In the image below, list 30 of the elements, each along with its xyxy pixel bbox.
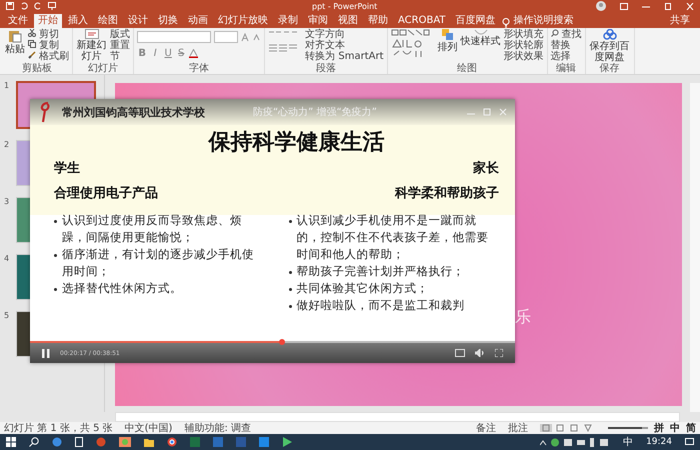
slide-text: 乐	[515, 307, 531, 328]
bullet-text: 做好啦啦队，而不是监工和裁判	[296, 297, 464, 314]
group-label: 编辑	[556, 63, 576, 74]
group-label: 保存	[600, 63, 620, 74]
column-heading: 家长	[472, 160, 499, 177]
group-label: 字体	[189, 63, 210, 74]
column-heading: 学生	[54, 160, 81, 177]
group-label: 段落	[316, 63, 336, 74]
bullet-text: 帮助孩子完善计划并严格执行；	[296, 263, 464, 280]
slide-number: 5	[4, 311, 10, 322]
slogan-text: 防疫“心动力” 增强“免疫力”	[253, 106, 377, 119]
slide-number: 1	[4, 81, 10, 92]
school-name: 常州刘国钧高等职业技术学校	[62, 104, 205, 120]
slide-number: 3	[4, 197, 10, 208]
group-label: 绘图	[457, 63, 477, 74]
language-indicator: 中文(中国)	[124, 422, 172, 435]
bullet-text: 认识到过度使用反而导致焦虑、烦躁，间隔使用更能愉悦；	[62, 212, 243, 246]
slide-title: 保持科学健康生活	[207, 129, 386, 157]
slide-number: 2	[4, 140, 10, 151]
bullet-text: 共同体验其它休闲方式；	[296, 280, 428, 297]
column-subheading: 科学柔和帮助孩子	[394, 184, 499, 202]
slide-number: 4	[4, 254, 10, 265]
bullet-text: 认识到减少手机使用不是一蹴而就的，控制不住不代表孩子差，他需要时间和他人的帮助；	[296, 212, 490, 263]
group-label: 幻灯片	[88, 63, 118, 74]
column-subheading: 合理使用电子产品	[54, 184, 159, 202]
group-label: 剪贴板	[22, 63, 52, 74]
slide-count: 幻灯片 第 1 张，共 5 张	[4, 422, 113, 435]
bullet-text: 选择替代性休闲方式。	[62, 280, 182, 297]
window-title: ppt - PowerPoint	[312, 2, 378, 10]
bullet-text: 循序渐进，有计划的逐步减少手机使用时间；	[62, 246, 255, 280]
